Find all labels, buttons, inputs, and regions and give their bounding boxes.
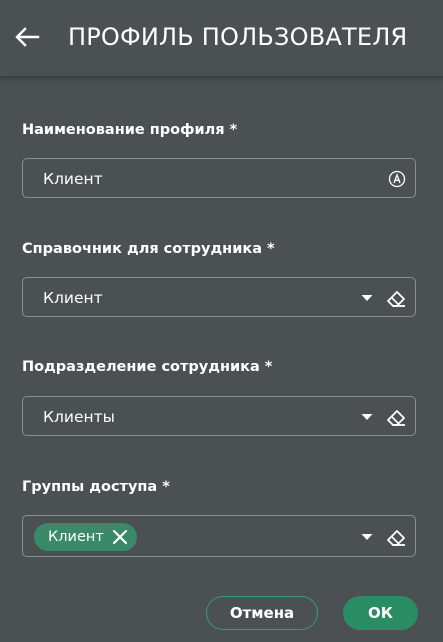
auto-a-circle-icon[interactable]	[387, 169, 407, 189]
profile-name-field[interactable]: Клиент	[22, 158, 416, 198]
access-groups-label: Группы доступа *	[22, 479, 170, 495]
eraser-icon[interactable]	[384, 405, 408, 429]
employee-directory-select[interactable]: Клиент	[22, 277, 416, 317]
employee-department-select[interactable]: Клиенты	[22, 396, 416, 436]
dropdown-triangle-icon[interactable]	[359, 409, 375, 425]
dropdown-triangle-icon[interactable]	[359, 290, 375, 306]
access-group-chip-label: Клиент	[48, 529, 104, 545]
dropdown-triangle-icon[interactable]	[359, 529, 375, 545]
employee-directory-value: Клиент	[43, 289, 103, 307]
ok-button[interactable]: ОК	[343, 596, 418, 630]
employee-directory-label: Справочник для сотрудника *	[22, 241, 275, 257]
page-title: ПРОФИЛЬ ПОЛЬЗОВАТЕЛЯ	[68, 23, 408, 51]
cancel-button[interactable]: Отмена	[206, 596, 318, 630]
employee-department-label: Подразделение сотрудника *	[22, 359, 273, 375]
eraser-icon[interactable]	[384, 525, 408, 549]
app-header: ПРОФИЛЬ ПОЛЬЗОВАТЕЛЯ	[0, 0, 443, 77]
close-icon	[112, 529, 127, 545]
chip-remove-button[interactable]	[111, 528, 129, 546]
access-groups-multiselect[interactable]: Клиент	[22, 515, 416, 557]
access-group-chip: Клиент	[34, 523, 137, 551]
eraser-icon[interactable]	[384, 286, 408, 310]
employee-department-value: Клиенты	[43, 408, 115, 426]
profile-name-value: Клиент	[43, 170, 103, 188]
back-button[interactable]	[12, 22, 42, 52]
profile-name-label: Наименование профиля *	[22, 122, 238, 138]
arrow-left-icon	[15, 27, 40, 47]
